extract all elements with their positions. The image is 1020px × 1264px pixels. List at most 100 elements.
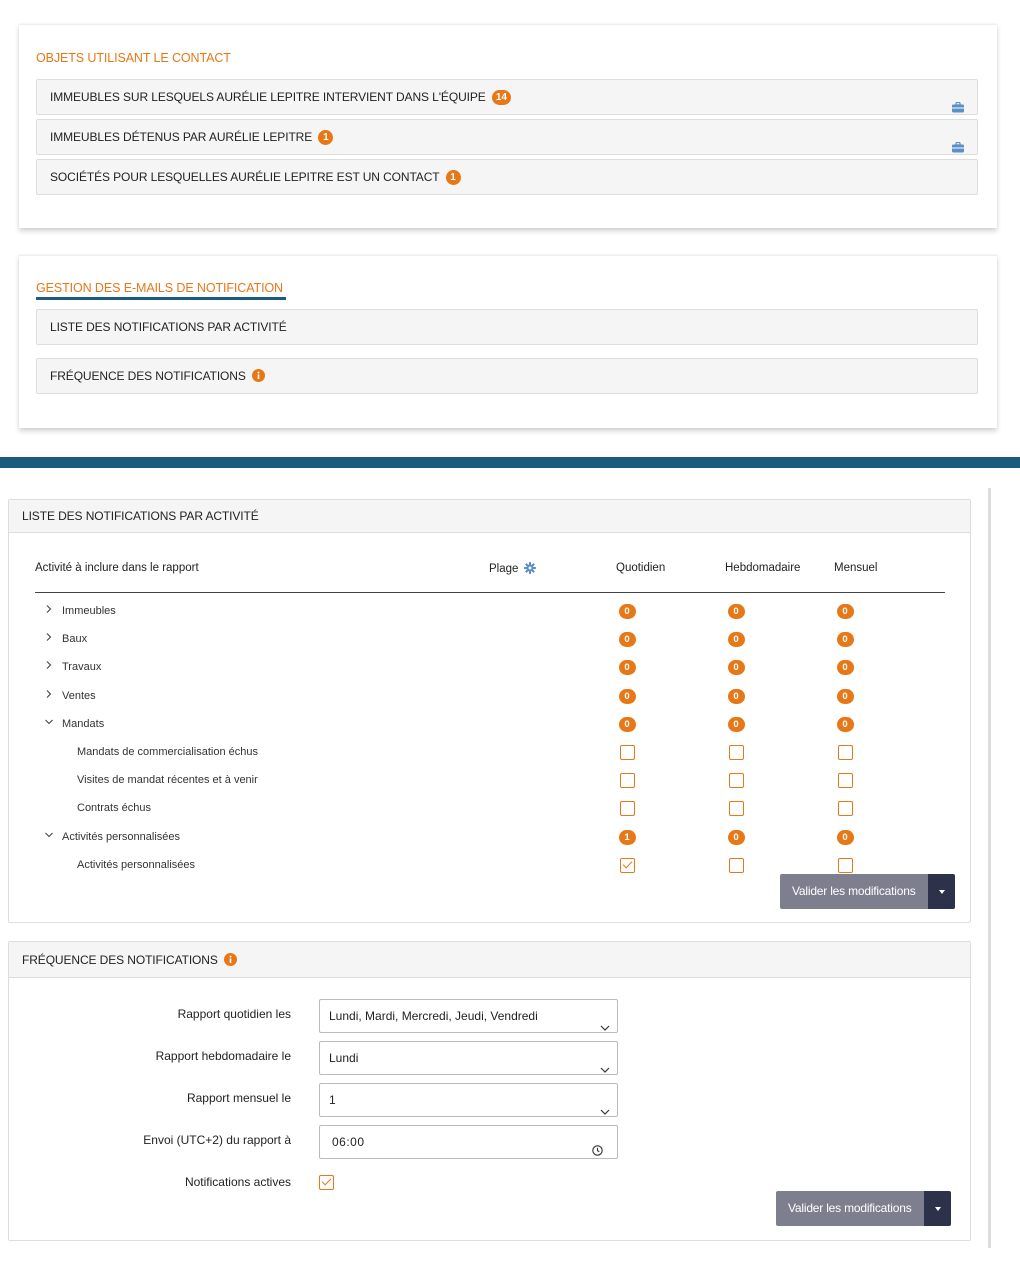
- select-hebdomadaire[interactable]: Lundi: [319, 1041, 618, 1075]
- count-badge: 14: [491, 90, 511, 105]
- gestion-row-liste[interactable]: LISTE DES NOTIFICATIONS PAR ACTIVITÉ: [36, 309, 978, 345]
- activity-label: Baux: [62, 633, 88, 646]
- row-label: SOCIÉTÉS POUR LESQUELLES AURÉLIE LEPITRE…: [50, 170, 440, 184]
- chevron-right-icon[interactable]: [44, 604, 54, 614]
- objets-card: OBJETS UTILISANT LE CONTACT IMMEUBLES SU…: [19, 24, 997, 228]
- count-badge: 1: [445, 170, 461, 185]
- info-icon: [224, 944, 237, 980]
- activity-row: Visites de mandat récentes et à venir: [9, 767, 969, 795]
- mensuel-count-badge: 0: [836, 660, 854, 676]
- hebdomadaire-cell: 0: [727, 632, 745, 648]
- mensuel-count-badge: 0: [836, 632, 854, 648]
- liste-panel: LISTE DES NOTIFICATIONS PAR ACTIVITÉ Act…: [8, 499, 971, 923]
- header-rule: [35, 592, 945, 593]
- time-value: 06:00: [332, 1135, 365, 1149]
- activity-group-row[interactable]: Travaux 0 0 0: [9, 654, 969, 682]
- quotidien-checkbox[interactable]: [619, 773, 635, 789]
- col-header-quotidien: Quotidien: [616, 562, 666, 574]
- hebdomadaire-checkbox[interactable]: [728, 745, 744, 760]
- clock-icon[interactable]: [592, 1136, 603, 1168]
- quotidien-checkbox[interactable]: [619, 857, 635, 873]
- label-actives: Notifications actives: [184, 1175, 291, 1189]
- valider-button[interactable]: Valider les modifications: [780, 874, 928, 909]
- hebdomadaire-cell: [727, 773, 745, 791]
- mensuel-checkbox[interactable]: [837, 745, 853, 760]
- objets-row-immeubles-equipe[interactable]: IMMEUBLES SUR LESQUELS AURÉLIE LEPITRE I…: [36, 79, 978, 115]
- col-header-mensuel: Mensuel: [834, 562, 878, 574]
- gestion-row-frequence[interactable]: FRÉQUENCE DES NOTIFICATIONS: [36, 358, 978, 394]
- activity-group-row[interactable]: Activités personnalisées 1 0 0: [9, 824, 969, 852]
- quotidien-cell: [618, 801, 636, 819]
- chevron-down-icon[interactable]: [44, 830, 54, 840]
- chevron-down-icon: [600, 1053, 610, 1085]
- mensuel-checkbox[interactable]: [837, 773, 853, 789]
- mensuel-cell: 0: [836, 829, 854, 845]
- quotidien-cell: [618, 857, 636, 876]
- activity-label: Contrats échus: [77, 802, 151, 815]
- hebdomadaire-checkbox[interactable]: [728, 857, 744, 873]
- select-value: 1: [329, 1093, 336, 1107]
- activity-label: Mandats: [62, 717, 105, 730]
- activity-group-row[interactable]: Ventes 0 0 0: [9, 683, 969, 711]
- mensuel-cell: 0: [836, 716, 854, 732]
- activity-group-row[interactable]: Mandats 0 0 0: [9, 711, 969, 739]
- chevron-down-icon: [600, 1095, 610, 1127]
- quotidien-cell: 0: [618, 632, 636, 648]
- chevron-right-icon[interactable]: [44, 632, 54, 642]
- col-header-hebdomadaire: Hebdomadaire: [725, 562, 801, 574]
- activity-label: Travaux: [62, 661, 102, 674]
- active-tab-underline: [36, 297, 286, 300]
- select-quotidien[interactable]: Lundi, Mardi, Mercredi, Jeudi, Vendredi: [319, 999, 618, 1033]
- hebdomadaire-checkbox[interactable]: [728, 801, 744, 817]
- hebdomadaire-checkbox[interactable]: [728, 773, 744, 789]
- hebdomadaire-count-badge: 0: [727, 632, 745, 648]
- frequence-panel-title: FRÉQUENCE DES NOTIFICATIONS: [22, 953, 218, 967]
- hebdomadaire-cell: 0: [727, 829, 745, 845]
- frequence-panel-head: FRÉQUENCE DES NOTIFICATIONS: [9, 942, 970, 978]
- hebdomadaire-cell: [727, 857, 745, 876]
- mensuel-checkbox[interactable]: [837, 801, 853, 817]
- activity-label: Ventes: [62, 689, 96, 702]
- quotidien-checkbox[interactable]: [619, 745, 635, 760]
- time-input-envoi[interactable]: 06:00: [319, 1125, 618, 1159]
- chevron-right-icon[interactable]: [44, 660, 54, 670]
- activity-group-row[interactable]: Immeubles 0 0 0: [9, 598, 969, 626]
- frequence-submit-group: Valider les modifications: [776, 1191, 951, 1226]
- mensuel-count-badge: 0: [836, 688, 854, 704]
- dropdown-caret-button[interactable]: [923, 1191, 951, 1226]
- mensuel-cell: [836, 745, 854, 763]
- quotidien-checkbox[interactable]: [619, 801, 635, 817]
- hebdomadaire-cell: [727, 745, 745, 763]
- activity-label: Activités personnalisées: [62, 830, 181, 843]
- col-header-plage: Plage: [489, 562, 536, 577]
- select-mensuel[interactable]: 1: [319, 1083, 618, 1117]
- activity-row: Mandats de commercialisation échus: [9, 739, 969, 767]
- chevron-down-icon[interactable]: [44, 717, 54, 727]
- valider-button[interactable]: Valider les modifications: [776, 1191, 924, 1226]
- notifications-actives-checkbox[interactable]: [319, 1175, 334, 1190]
- quotidien-cell: 0: [618, 688, 636, 704]
- activity-group-row[interactable]: Baux 0 0 0: [9, 626, 969, 654]
- quotidien-cell: [618, 773, 636, 791]
- hebdomadaire-count-badge: 0: [727, 660, 745, 676]
- hebdomadaire-count-badge: 0: [727, 829, 745, 845]
- liste-submit-group: Valider les modifications: [780, 874, 955, 909]
- row-label: FRÉQUENCE DES NOTIFICATIONS: [50, 369, 246, 383]
- count-badge: 1: [318, 130, 334, 145]
- scrollbar[interactable]: [988, 488, 991, 1248]
- activity-label: Visites de mandat récentes et à venir: [77, 774, 258, 787]
- mensuel-cell: [836, 801, 854, 819]
- chevron-right-icon[interactable]: [44, 689, 54, 699]
- gestion-card: GESTION DES E-MAILS DE NOTIFICATION LIST…: [19, 255, 997, 428]
- gear-icon[interactable]: [523, 562, 536, 577]
- label-hebdomadaire: Rapport hebdomadaire le: [155, 1049, 291, 1063]
- mensuel-checkbox[interactable]: [837, 857, 853, 873]
- objets-row-societes[interactable]: SOCIÉTÉS POUR LESQUELLES AURÉLIE LEPITRE…: [36, 159, 978, 195]
- row-label: LISTE DES NOTIFICATIONS PAR ACTIVITÉ: [50, 320, 287, 334]
- hebdomadaire-count-badge: 0: [727, 688, 745, 704]
- dropdown-caret-button[interactable]: [927, 874, 955, 909]
- label-quotidien: Rapport quotidien les: [177, 1007, 291, 1021]
- objets-title: OBJETS UTILISANT LE CONTACT: [36, 51, 231, 65]
- hebdomadaire-cell: 0: [727, 660, 745, 676]
- objets-row-immeubles-detenus[interactable]: IMMEUBLES DÉTENUS PAR AURÉLIE LEPITRE 1: [36, 119, 978, 155]
